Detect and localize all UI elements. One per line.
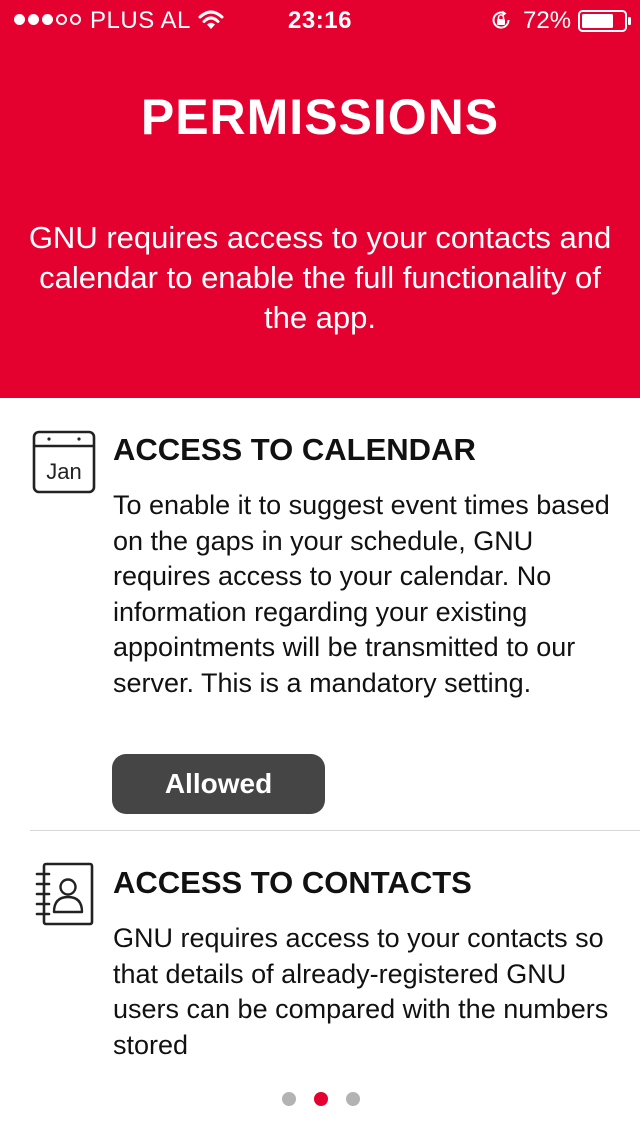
page-dot[interactable] — [346, 1092, 360, 1106]
page-title: PERMISSIONS — [140, 89, 500, 145]
contacts-section-body: GNU requires access to your contacts so … — [113, 923, 609, 1060]
status-bar: PLUS AL 23:16 72% — [0, 0, 640, 40]
calendar-section-title: ACCESS TO CALENDAR — [113, 432, 476, 467]
section-divider — [30, 830, 640, 831]
contacts-section-title: ACCESS TO CONTACTS — [113, 865, 472, 900]
page-dot-active[interactable] — [314, 1092, 328, 1106]
calendar-icon: Jan — [32, 430, 96, 494]
page-indicator[interactable] — [282, 1092, 360, 1106]
header: PLUS AL 23:16 72% PERMISSIONS GNU requir… — [0, 0, 640, 398]
calendar-icon-label: Jan — [46, 459, 81, 484]
calendar-section-body: To enable it to suggest event times base… — [113, 490, 610, 698]
page-dot[interactable] — [282, 1092, 296, 1106]
battery-icon — [578, 10, 631, 32]
rotation-lock-icon — [492, 10, 510, 29]
calendar-allowed-button[interactable]: Allowed — [112, 754, 325, 814]
battery-percentage: 72% — [523, 7, 572, 34]
contacts-book-icon — [35, 862, 94, 926]
intro-text: GNU requires access to your contacts and… — [28, 220, 612, 335]
